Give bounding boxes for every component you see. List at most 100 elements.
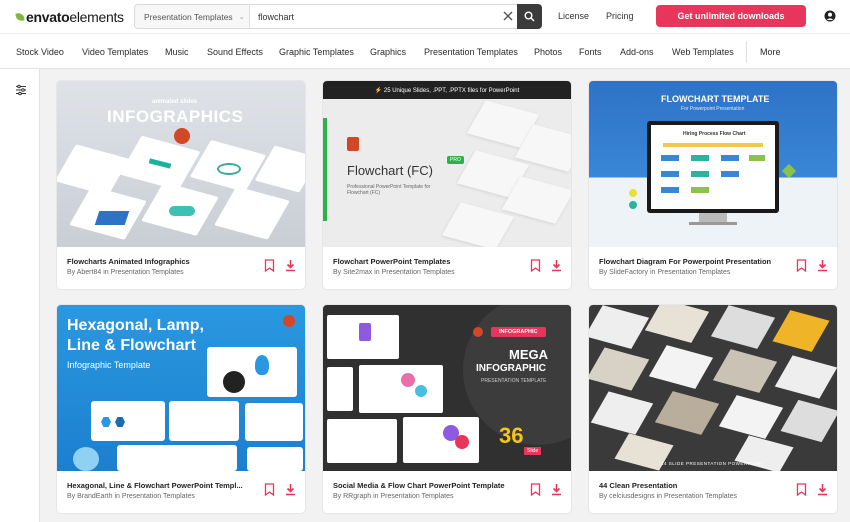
slide-preview: [710, 305, 776, 349]
thumb-caption: 44 SLIDE PRESENTATION POWERPOINT: [661, 461, 764, 466]
nav-music[interactable]: Music: [165, 47, 189, 57]
card-title[interactable]: Flowchart PowerPoint Templates: [333, 257, 528, 266]
slide-preview: [214, 186, 290, 240]
slide-preview: [245, 403, 303, 441]
bookmark-icon[interactable]: [796, 259, 807, 272]
card-thumbnail[interactable]: 44 SLIDE PRESENTATION POWERPOINT: [589, 305, 837, 471]
nav-graphics[interactable]: Graphics: [370, 47, 406, 57]
top-bar: envato elements Presentation Templates ⌄ …: [0, 0, 850, 33]
bookmark-icon[interactable]: [264, 259, 275, 272]
download-icon[interactable]: [551, 483, 562, 496]
slide-preview: [772, 310, 830, 352]
accent-bar: [323, 118, 327, 221]
result-card[interactable]: animated slides INFOGRAPHICS Flowcharts …: [57, 81, 305, 289]
filter-sliders-icon[interactable]: [15, 84, 27, 96]
nav-web-templates[interactable]: Web Templates: [672, 47, 734, 57]
result-card[interactable]: 44 SLIDE PRESENTATION POWERPOINT 44 Clea…: [589, 305, 837, 513]
result-card[interactable]: INFOGRAPHIC MEGA INFOGRAPHIC PRESENTATIO…: [323, 305, 571, 513]
pricing-link[interactable]: Pricing: [606, 11, 634, 21]
user-account-icon[interactable]: [824, 10, 836, 22]
result-card[interactable]: ⚡ 25 Unique Slides, .PPT, .PPTX files fo…: [323, 81, 571, 289]
card-thumbnail[interactable]: Hexagonal, Lamp, Line & Flowchart Infogr…: [57, 305, 305, 471]
card-title[interactable]: Hexagonal, Line & Flowchart PowerPoint T…: [67, 481, 262, 490]
nav-fonts[interactable]: Fonts: [579, 47, 602, 57]
download-icon[interactable]: [817, 259, 828, 272]
powerpoint-icon: [283, 315, 295, 327]
card-title[interactable]: 44 Clean Presentation: [599, 481, 794, 490]
pro-badge: PRO: [447, 156, 464, 164]
powerpoint-icon: [473, 327, 483, 337]
bookmark-icon[interactable]: [530, 259, 541, 272]
card-title[interactable]: Flowchart Diagram For Powerpoint Present…: [599, 257, 794, 266]
search-input[interactable]: [250, 6, 480, 27]
category-nav: Stock Video Video Templates Music Sound …: [0, 33, 850, 69]
flow-diamond: [781, 163, 797, 179]
thumb-title-line1: Hexagonal, Lamp,: [67, 317, 204, 334]
license-link[interactable]: License: [558, 11, 589, 21]
nav-photos[interactable]: Photos: [534, 47, 562, 57]
flow-dot: [629, 201, 637, 209]
flow-node: [749, 155, 765, 161]
thumb-title-line2: INFOGRAPHIC: [476, 363, 546, 374]
card-thumbnail[interactable]: FLOWCHART TEMPLATE For Powerpoint Presen…: [589, 81, 837, 247]
nav-stock-video[interactable]: Stock Video: [16, 47, 64, 57]
leaf-icon: [15, 12, 25, 22]
flow-node: [661, 171, 679, 177]
thumb-title-line1: MEGA: [509, 347, 548, 362]
nav-graphic-templates[interactable]: Graphic Templates: [279, 47, 354, 57]
slide-preview: [590, 391, 654, 435]
slide-preview: [117, 445, 237, 471]
thumb-title-line2: Line & Flowchart: [67, 337, 196, 354]
flow-node: [691, 155, 709, 161]
chevron-down-icon: ⌄: [238, 13, 245, 21]
slide-preview: [327, 367, 353, 411]
circle-shape: [401, 373, 415, 387]
flow-dot: [629, 189, 637, 197]
circle-shape: [73, 447, 99, 471]
card-thumbnail[interactable]: animated slides INFOGRAPHICS: [57, 81, 305, 247]
download-icon[interactable]: [551, 259, 562, 272]
nav-add-ons[interactable]: Add-ons: [620, 47, 654, 57]
slide-preview: [169, 401, 239, 441]
logo-bold-text: envato: [26, 9, 70, 25]
powerpoint-icon: [347, 137, 359, 151]
nav-video-templates[interactable]: Video Templates: [82, 47, 148, 57]
slide-preview: [654, 391, 720, 435]
search-category-select[interactable]: Presentation Templates ⌄: [135, 5, 250, 28]
nav-more[interactable]: More: [760, 47, 781, 57]
flow-node: [721, 155, 739, 161]
download-icon[interactable]: [817, 483, 828, 496]
card-title[interactable]: Social Media & Flow Chart PowerPoint Tem…: [333, 481, 528, 490]
slide-preview: [644, 305, 710, 343]
card-thumbnail[interactable]: ⚡ 25 Unique Slides, .PPT, .PPTX files fo…: [323, 81, 571, 247]
thumb-subtitle: For Powerpoint Presentation: [681, 106, 745, 112]
card-author: By Abert84 in Presentation Templates: [67, 269, 184, 276]
slide-preview: [648, 345, 714, 389]
thumb-subtitle: Professional PowerPoint Template for Flo…: [347, 184, 431, 196]
result-card[interactable]: FLOWCHART TEMPLATE For Powerpoint Presen…: [589, 81, 837, 289]
bookmark-icon[interactable]: [264, 483, 275, 496]
search-category-label: Presentation Templates: [144, 11, 233, 22]
result-card[interactable]: Hexagonal, Lamp, Line & Flowchart Infogr…: [57, 305, 305, 513]
bookmark-icon[interactable]: [530, 483, 541, 496]
thumb-subtitle: PRESENTATION TEMPLATE: [481, 378, 547, 384]
circle-shape: [223, 371, 245, 393]
get-unlimited-downloads-button[interactable]: Get unlimited downloads: [656, 5, 806, 27]
monitor-base: [689, 222, 737, 225]
card-title[interactable]: Flowcharts Animated Infographics: [67, 257, 262, 266]
download-icon[interactable]: [285, 483, 296, 496]
nav-sound-effects[interactable]: Sound Effects: [207, 47, 263, 57]
nav-presentation-templates[interactable]: Presentation Templates: [424, 47, 518, 57]
slide-preview: [589, 305, 650, 349]
flow-node: [661, 187, 679, 193]
circle-shape: [415, 385, 427, 397]
thumb-title: FLOWCHART TEMPLATE: [661, 94, 770, 104]
clear-icon[interactable]: [501, 9, 515, 23]
envato-elements-logo[interactable]: envato elements: [15, 9, 124, 25]
flow-bar: [663, 143, 763, 147]
bookmark-icon[interactable]: [796, 483, 807, 496]
logo-light-text: elements: [69, 9, 124, 25]
download-icon[interactable]: [285, 259, 296, 272]
card-thumbnail[interactable]: INFOGRAPHIC MEGA INFOGRAPHIC PRESENTATIO…: [323, 305, 571, 471]
search-button[interactable]: [517, 4, 542, 29]
